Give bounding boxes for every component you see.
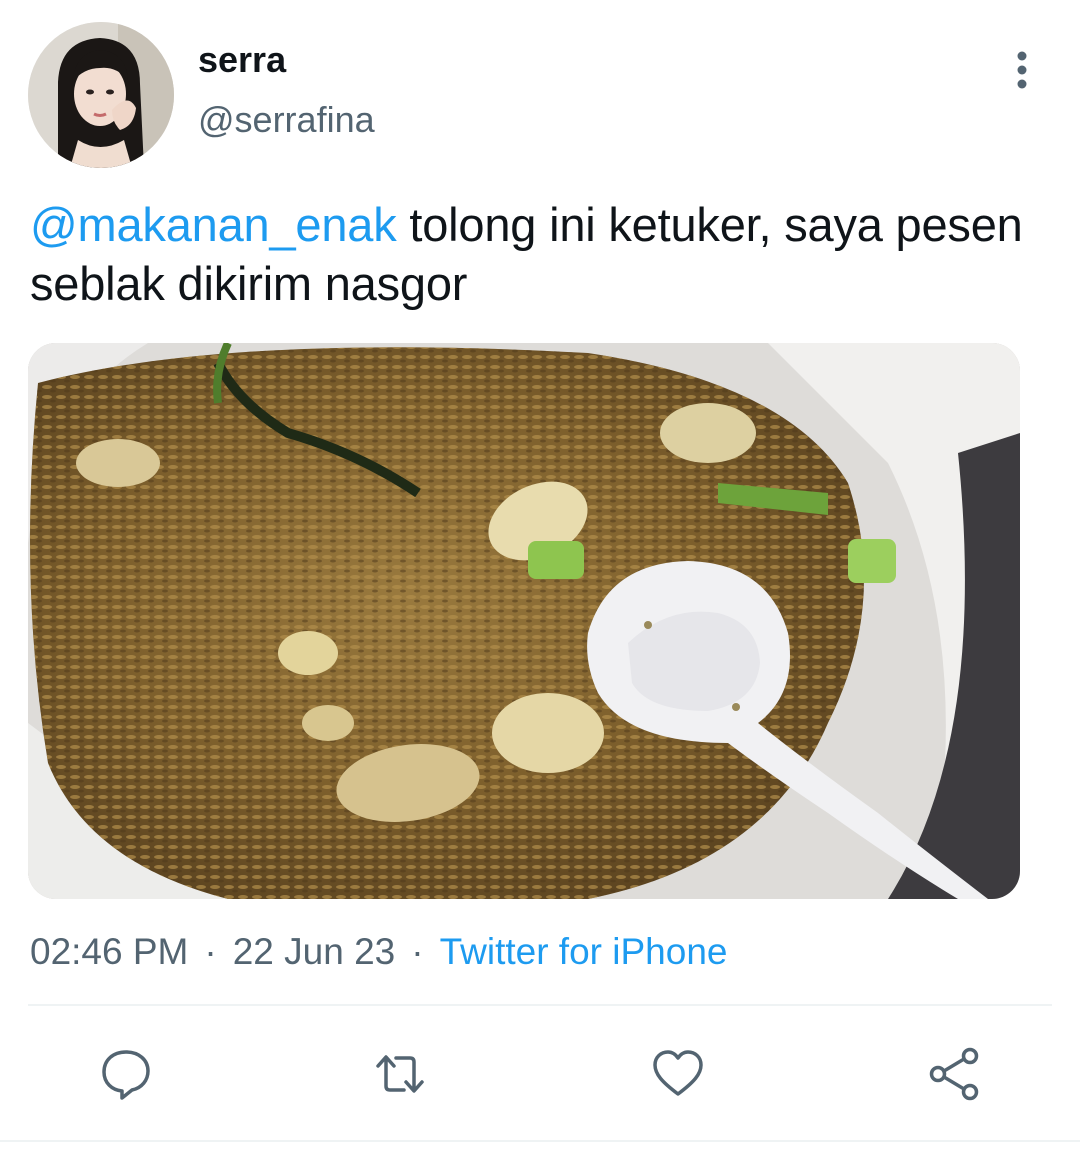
tweet-detail: serra @serrafina @makanan_enak tolong in… <box>0 0 1080 1160</box>
avatar-photo <box>28 22 174 168</box>
display-name[interactable]: serra <box>198 38 286 82</box>
heart-icon <box>653 1050 703 1096</box>
more-options-button[interactable] <box>1000 46 1044 94</box>
avatar[interactable] <box>28 22 174 168</box>
like-button[interactable] <box>650 1046 706 1102</box>
share-button[interactable] <box>926 1046 982 1102</box>
meta-separator: · <box>204 931 217 972</box>
tweet-meta: 02:46 PM · 22 Jun 23 · Twitter for iPhone <box>30 930 727 974</box>
reply-button[interactable] <box>98 1046 154 1102</box>
tweet-date: 22 Jun 23 <box>232 931 396 972</box>
share-nodes-icon <box>929 1047 979 1101</box>
speech-bubble-icon <box>102 1050 150 1100</box>
tweet-photo[interactable] <box>28 343 1020 899</box>
tweet-text: @makanan_enak tolong ini ketuker, saya p… <box>30 195 1030 313</box>
tweet-source-link[interactable]: Twitter for iPhone <box>440 931 728 972</box>
mention-link[interactable]: @makanan_enak <box>30 198 397 251</box>
divider <box>28 1004 1052 1006</box>
user-handle: @serrafina <box>198 99 375 140</box>
vertical-ellipsis-icon <box>1017 51 1027 89</box>
retweet-button[interactable] <box>372 1046 428 1102</box>
meta-separator: · <box>411 931 424 972</box>
fried-rice-photo <box>28 343 1020 899</box>
bottom-divider <box>0 1140 1080 1142</box>
retweet-arrows-icon <box>376 1055 424 1093</box>
tweet-time: 02:46 PM <box>30 931 189 972</box>
